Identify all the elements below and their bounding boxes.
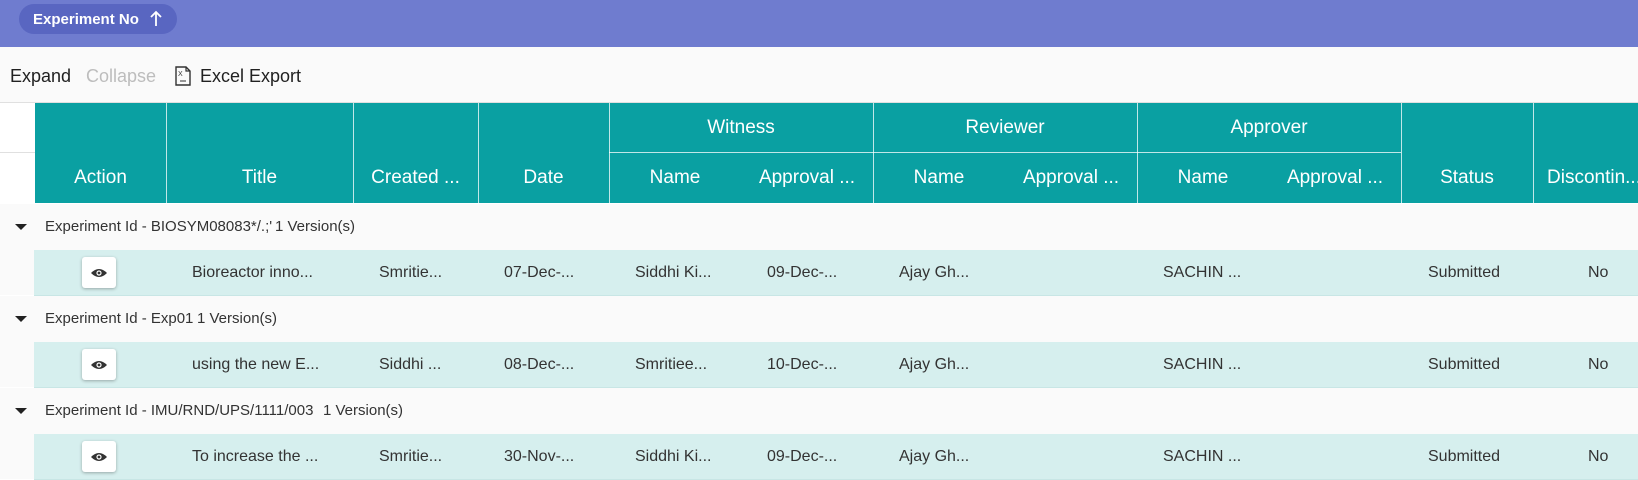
caret-down-icon[interactable] — [14, 407, 28, 415]
col-header-reviewer-approval[interactable]: Approval ... — [1005, 153, 1137, 203]
group-chip-label: Experiment No — [33, 10, 139, 28]
col-header-status[interactable]: Status — [1401, 153, 1533, 203]
row-cells: Bioreactor inno... Smritie... 07-Dec-...… — [34, 250, 1638, 296]
group-chip-experiment-no[interactable]: Experiment No — [19, 4, 177, 34]
cell-witness-approval: 10-Dec-... — [767, 356, 838, 373]
group-row[interactable]: Experiment Id - BIOSYM08083*/.;' 1 Versi… — [0, 204, 1638, 251]
cell-reviewer-name: Ajay Gh... — [899, 264, 970, 281]
expand-button[interactable]: Expand — [10, 66, 71, 86]
col-header-action[interactable]: Action — [35, 153, 166, 203]
col-group-approver: Approver — [1230, 116, 1308, 138]
table-row[interactable]: using the new E... Siddhi ... 08-Dec-...… — [0, 342, 1638, 388]
row-cells: To increase the ... Smritie... 30-Nov-..… — [34, 434, 1638, 480]
row-indent — [0, 434, 35, 479]
cell-witness-name: Siddhi Ki... — [635, 448, 712, 465]
cell-approver-name: SACHIN ... — [1163, 448, 1242, 465]
cell-approver-name: SACHIN ... — [1163, 356, 1242, 373]
cell-created-by: Siddhi ... — [379, 356, 442, 373]
cell-date: 07-Dec-... — [504, 264, 575, 281]
group-label: Experiment Id - Exp01 — [45, 310, 194, 327]
col-header-witness-approval[interactable]: Approval ... — [741, 153, 873, 203]
cell-witness-name: Siddhi Ki... — [635, 264, 712, 281]
excel-export-button[interactable]: Excel Export — [200, 66, 301, 86]
col-header-discontinued[interactable]: Discontin... — [1533, 153, 1638, 203]
col-header-created-by[interactable]: Created ... — [353, 153, 478, 203]
cell-status: Submitted — [1428, 356, 1501, 373]
group-by-panel: Experiment No — [0, 0, 1638, 47]
view-button[interactable] — [82, 349, 116, 380]
group-row[interactable]: Experiment Id - IMU/RND/UPS/1111/003 1 V… — [0, 388, 1638, 435]
cell-discontinued: No — [1588, 264, 1609, 281]
group-label: Experiment Id - IMU/RND/UPS/1111/003 — [45, 402, 314, 419]
excel-file-icon[interactable]: X — [174, 66, 192, 86]
arrow-up-icon[interactable] — [149, 10, 163, 28]
group-count: 1 Version(s) — [197, 310, 278, 327]
view-button[interactable] — [82, 441, 116, 472]
cell-reviewer-name: Ajay Gh... — [899, 356, 970, 373]
eye-icon — [91, 360, 107, 369]
caret-down-icon[interactable] — [14, 315, 28, 323]
cell-discontinued: No — [1588, 356, 1609, 373]
eye-icon — [91, 452, 107, 461]
col-header-reviewer-name[interactable]: Name — [873, 153, 1005, 203]
row-cells: using the new E... Siddhi ... 08-Dec-...… — [34, 342, 1638, 388]
group-count: 1 Version(s) — [275, 218, 356, 235]
col-header-witness-name[interactable]: Name — [609, 153, 741, 203]
group-row[interactable]: Experiment Id - Exp01 1 Version(s) — [0, 296, 1638, 343]
svg-text:X: X — [178, 71, 183, 78]
cell-witness-approval: 09-Dec-... — [767, 448, 838, 465]
group-label: Experiment Id - BIOSYM08083*/.;' — [45, 218, 273, 235]
collapse-button: Collapse — [86, 66, 157, 86]
cell-discontinued: No — [1588, 448, 1609, 465]
cell-witness-approval: 09-Dec-... — [767, 264, 838, 281]
eye-icon — [91, 268, 107, 277]
cell-date: 08-Dec-... — [504, 356, 575, 373]
cell-date: 30-Nov-... — [504, 448, 575, 465]
cell-status: Submitted — [1428, 448, 1501, 465]
caret-down-icon[interactable] — [14, 223, 28, 231]
cell-created-by: Smritie... — [379, 264, 443, 281]
cell-created-by: Smritie... — [379, 448, 443, 465]
col-header-approver-approval[interactable]: Approval ... — [1269, 153, 1401, 203]
table-row[interactable]: To increase the ... Smritie... 30-Nov-..… — [0, 434, 1638, 480]
view-button[interactable] — [82, 257, 116, 288]
cell-reviewer-name: Ajay Gh... — [899, 448, 970, 465]
col-group-reviewer: Reviewer — [965, 116, 1045, 138]
group-count: 1 Version(s) — [323, 402, 404, 419]
col-group-witness: Witness — [707, 116, 775, 138]
row-indent — [0, 250, 35, 295]
grid-toolbar: Expand Collapse X Excel Export — [0, 47, 1638, 103]
row-indent — [0, 342, 35, 387]
table-row[interactable]: Bioreactor inno... Smritie... 07-Dec-...… — [0, 250, 1638, 296]
cell-title: using the new E... — [192, 356, 320, 373]
grid-header: Action Title Created ... Date Witness Na… — [35, 103, 1638, 203]
cell-witness-name: Smritiee... — [635, 356, 708, 373]
header-gutter-bottom — [0, 153, 35, 203]
header-gutter-top — [0, 103, 35, 153]
cell-approver-name: SACHIN ... — [1163, 264, 1242, 281]
col-header-date[interactable]: Date — [478, 153, 609, 203]
col-header-title[interactable]: Title — [166, 153, 353, 203]
col-header-approver-name[interactable]: Name — [1137, 153, 1269, 203]
cell-status: Submitted — [1428, 264, 1501, 281]
cell-title: Bioreactor inno... — [192, 264, 313, 281]
cell-title: To increase the ... — [192, 448, 319, 465]
